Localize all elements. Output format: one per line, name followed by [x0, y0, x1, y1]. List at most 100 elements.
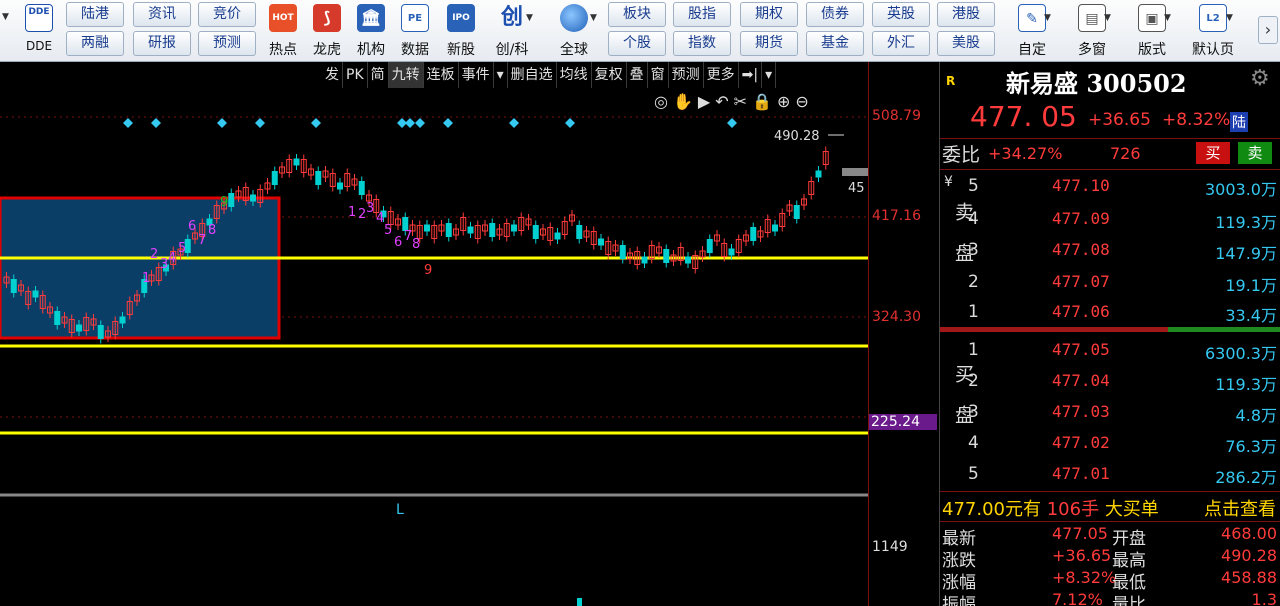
institution-button[interactable]: 🏛 机构 — [350, 2, 392, 60]
custom-button[interactable]: ✎ 自定 — [1006, 2, 1058, 60]
default-page-dropdown-icon[interactable]: ▼ — [1226, 13, 1233, 23]
chuangke-dropdown-icon[interactable]: ▼ — [526, 13, 533, 23]
dropdown-arrow-icon[interactable]: ▼ — [2, 12, 9, 22]
layout-dropdown-icon[interactable]: ▼ — [1164, 13, 1171, 23]
candle-body — [706, 239, 713, 253]
forex-button[interactable]: 外汇 — [872, 31, 930, 56]
chuangke-button[interactable]: 创 创/科 — [486, 2, 538, 60]
chart-tool-forecast[interactable]: 预测 — [669, 62, 704, 88]
big-order-price: 477.00 — [942, 499, 1005, 520]
chart-tool-pk[interactable]: PK — [343, 62, 368, 88]
order-ratio-bar-sell — [940, 327, 1168, 332]
hand-icon[interactable]: ✋ — [673, 92, 693, 111]
bid-level: 1 — [968, 340, 979, 360]
chart-tool-simple[interactable]: 简 — [368, 62, 389, 88]
main-toolbar: ▼ DDE DDE 陆港 两融 资讯 研报 竞价 预测 HOT 热点 ⟆ 龙虎 … — [0, 0, 1280, 62]
chart-tool-expand-icon[interactable]: ➡| — [739, 62, 763, 88]
bid-row[interactable]: 4 477.02 76.3万 — [940, 427, 1280, 458]
stat-value: +36.65 — [1052, 546, 1112, 565]
zoom-out-icon[interactable]: ⊖ — [795, 92, 808, 111]
zoom-in-icon[interactable]: ⊕ — [777, 92, 790, 111]
futures-button[interactable]: 期货 — [740, 31, 798, 56]
research-button[interactable]: 研报 — [133, 31, 191, 56]
order-ratio-bar-buy — [1168, 327, 1280, 332]
ask-row[interactable]: 1 477.06 33.4万 — [940, 296, 1280, 327]
global-dropdown-icon[interactable]: ▼ — [590, 13, 597, 23]
bid-row[interactable]: 2 477.04 119.3万 — [940, 365, 1280, 396]
data-button[interactable]: PE 数据 — [394, 2, 436, 60]
forecast-button[interactable]: 预测 — [198, 31, 256, 56]
index-button[interactable]: 指数 — [673, 31, 731, 56]
chart-tool-fa[interactable]: 发 — [322, 62, 343, 88]
sell-button[interactable]: 卖 — [1238, 142, 1272, 164]
quote-panel: R 新易盛 300502 ⚙ 477. 05 +36.65 +8.32% 陆 委… — [939, 62, 1280, 606]
liangrong-button[interactable]: 两融 — [66, 31, 124, 56]
scissors-icon[interactable]: ✂ — [734, 92, 747, 111]
chart-tool-events[interactable]: 事件 — [459, 62, 494, 88]
dde-button[interactable]: DDE DDE — [18, 2, 60, 60]
stock-index-button[interactable]: 股指 — [673, 2, 731, 27]
chart-tool-more[interactable]: 更多 — [704, 62, 739, 88]
default-page-button[interactable]: L2 默认页 — [1184, 2, 1242, 60]
lugang-button[interactable]: 陆港 — [66, 2, 124, 27]
chart-tool-ma[interactable]: 均线 — [557, 62, 592, 88]
hot-button[interactable]: HOT 热点 — [262, 2, 304, 60]
r-flag: R — [946, 74, 956, 88]
chart-tool-adjust[interactable]: 复权 — [592, 62, 627, 88]
play-icon[interactable]: ▶ — [698, 92, 710, 111]
ask-row[interactable]: 4 477.09 119.3万 — [940, 203, 1280, 234]
longhu-button[interactable]: ⟆ 龙虎 — [306, 2, 348, 60]
ipo-button[interactable]: IPO 新股 — [440, 2, 482, 60]
signal-diamond-icon — [727, 118, 737, 128]
global-button[interactable]: 全球 — [548, 2, 600, 60]
lock-icon[interactable]: 🔒 — [752, 92, 772, 111]
news-button[interactable]: 资讯 — [133, 2, 191, 27]
buy-button[interactable]: 买 — [1196, 142, 1230, 164]
toolbar-pair-6: 期权 期货 — [740, 2, 798, 60]
sector-button[interactable]: 板块 — [608, 2, 666, 27]
right-tag-label: 45 — [848, 181, 865, 196]
multiwindow-button[interactable]: ▤ 多窗 — [1064, 2, 1120, 60]
toolbar-pair-5: 股指 指数 — [673, 2, 731, 60]
candle-body — [119, 316, 126, 324]
chart-tool-td9[interactable]: 九转 — [388, 62, 424, 88]
chart-tool-events-dropdown-icon[interactable]: ▾ — [494, 62, 508, 88]
ask-row[interactable]: 2 477.07 19.1万 — [940, 266, 1280, 297]
big-order-unit: 元有 — [1004, 499, 1041, 520]
chart-tool-overlay[interactable]: 叠 — [627, 62, 648, 88]
divider — [940, 138, 1280, 139]
chart-tool-limitup[interactable]: 连板 — [424, 62, 459, 88]
bonds-button[interactable]: 债券 — [806, 2, 864, 27]
stat-key: 量比 — [1112, 595, 1146, 606]
bid-row[interactable]: 1 477.05 6300.3万 — [940, 334, 1280, 365]
eye-icon[interactable]: ◎ — [654, 92, 668, 111]
chart-tool-remove-watch[interactable]: 删自选 — [508, 62, 557, 88]
layout-button[interactable]: ▣ 版式 — [1124, 2, 1180, 60]
settings-gear-icon[interactable]: ⚙ — [1250, 66, 1270, 91]
kline-chart[interactable]: 123 4567891 2 3456 789 L 490.28 45 — [0, 62, 868, 606]
bid-row[interactable]: 5 477.01 286.2万 — [940, 458, 1280, 489]
us-stocks-button[interactable]: 美股 — [937, 31, 995, 56]
scroll-right-icon[interactable]: › — [1258, 16, 1278, 44]
options-button[interactable]: 期权 — [740, 2, 798, 27]
stock-button[interactable]: 个股 — [608, 31, 666, 56]
bid-price: 477.01 — [1052, 464, 1110, 483]
multiwindow-dropdown-icon[interactable]: ▼ — [1104, 13, 1111, 23]
auction-button[interactable]: 竞价 — [198, 2, 256, 27]
ask-row[interactable]: 3 477.08 147.9万 — [940, 234, 1280, 265]
view-detail-link[interactable]: 点击查看 — [1204, 495, 1276, 521]
uk-stocks-button[interactable]: 英股 — [872, 2, 930, 27]
bid-price: 477.05 — [1052, 340, 1110, 359]
big-order-ticker[interactable]: 477.00元有 106手 大买单 — [942, 495, 1159, 521]
funds-button[interactable]: 基金 — [806, 31, 864, 56]
chart-tool-window[interactable]: 窗 — [648, 62, 669, 88]
bid-row[interactable]: 3 477.03 4.8万 — [940, 396, 1280, 427]
hk-stocks-button[interactable]: 港股 — [937, 2, 995, 27]
ask-row[interactable]: 5 477.10 3003.0万 — [940, 170, 1280, 201]
td-down-count: 8 — [412, 237, 420, 252]
undo-icon[interactable]: ↶ — [715, 92, 728, 111]
candle-body — [271, 171, 278, 185]
chart-tool-expand-dropdown-icon[interactable]: ▾ — [762, 62, 777, 88]
stat-value: 7.12% — [1052, 590, 1103, 606]
custom-dropdown-icon[interactable]: ▼ — [1044, 13, 1051, 23]
